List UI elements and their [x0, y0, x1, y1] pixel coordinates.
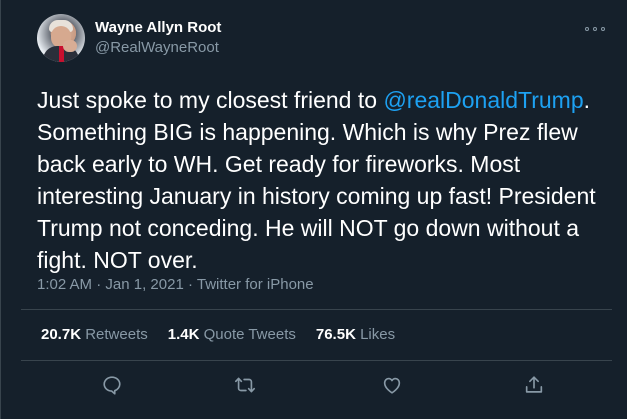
- quote-tweets-stat[interactable]: 1.4K Quote Tweets: [168, 326, 296, 343]
- likes-stat[interactable]: 76.5K Likes: [316, 326, 395, 343]
- quote-tweets-count: 1.4K: [167, 326, 200, 343]
- retweets-label: Retweets: [85, 326, 148, 343]
- tweet-text-end: . Something BIG is happening. Which is w…: [37, 87, 596, 273]
- mention-link[interactable]: @realDonaldTrump: [383, 87, 583, 113]
- quote-tweets-label: Quote Tweets: [203, 326, 296, 343]
- tweet-stats: 20.7K Retweets 1.4K Quote Tweets 76.5K L…: [41, 326, 395, 343]
- like-icon[interactable]: [379, 372, 405, 398]
- avatar[interactable]: [37, 14, 85, 62]
- retweets-stat[interactable]: 20.7K Retweets: [41, 326, 148, 343]
- tweet-actions: [21, 366, 612, 406]
- tweet-source[interactable]: Twitter for iPhone: [197, 276, 314, 293]
- meta-separator: ·: [187, 276, 193, 293]
- likes-label: Likes: [360, 326, 396, 343]
- retweet-icon[interactable]: [232, 372, 258, 398]
- author-handle[interactable]: @RealWayneRoot: [95, 38, 221, 58]
- tweet-card: Wayne Allyn Root @RealWayneRoot Just spo…: [0, 0, 627, 419]
- tweet-date[interactable]: Jan 1, 2021: [105, 276, 183, 293]
- tweet-meta: 1:02 AM · Jan 1, 2021 · Twitter for iPho…: [37, 276, 314, 293]
- tweet-text-start: Just spoke to my closest friend to: [37, 87, 384, 113]
- divider: [21, 309, 612, 310]
- meta-separator: ·: [96, 276, 102, 293]
- divider: [21, 360, 612, 361]
- likes-count: 76.5K: [315, 326, 356, 343]
- share-icon[interactable]: [521, 372, 547, 398]
- more-options-icon[interactable]: [585, 22, 605, 36]
- author-display-name[interactable]: Wayne Allyn Root: [95, 18, 221, 38]
- tweet-header: Wayne Allyn Root @RealWayneRoot: [37, 14, 221, 62]
- tweet-text: Just spoke to my closest friend to @real…: [37, 84, 612, 276]
- retweets-count: 20.7K: [41, 326, 82, 343]
- reply-icon[interactable]: [99, 372, 125, 398]
- tweet-time[interactable]: 1:02 AM: [37, 276, 92, 293]
- author-names: Wayne Allyn Root @RealWayneRoot: [95, 18, 221, 58]
